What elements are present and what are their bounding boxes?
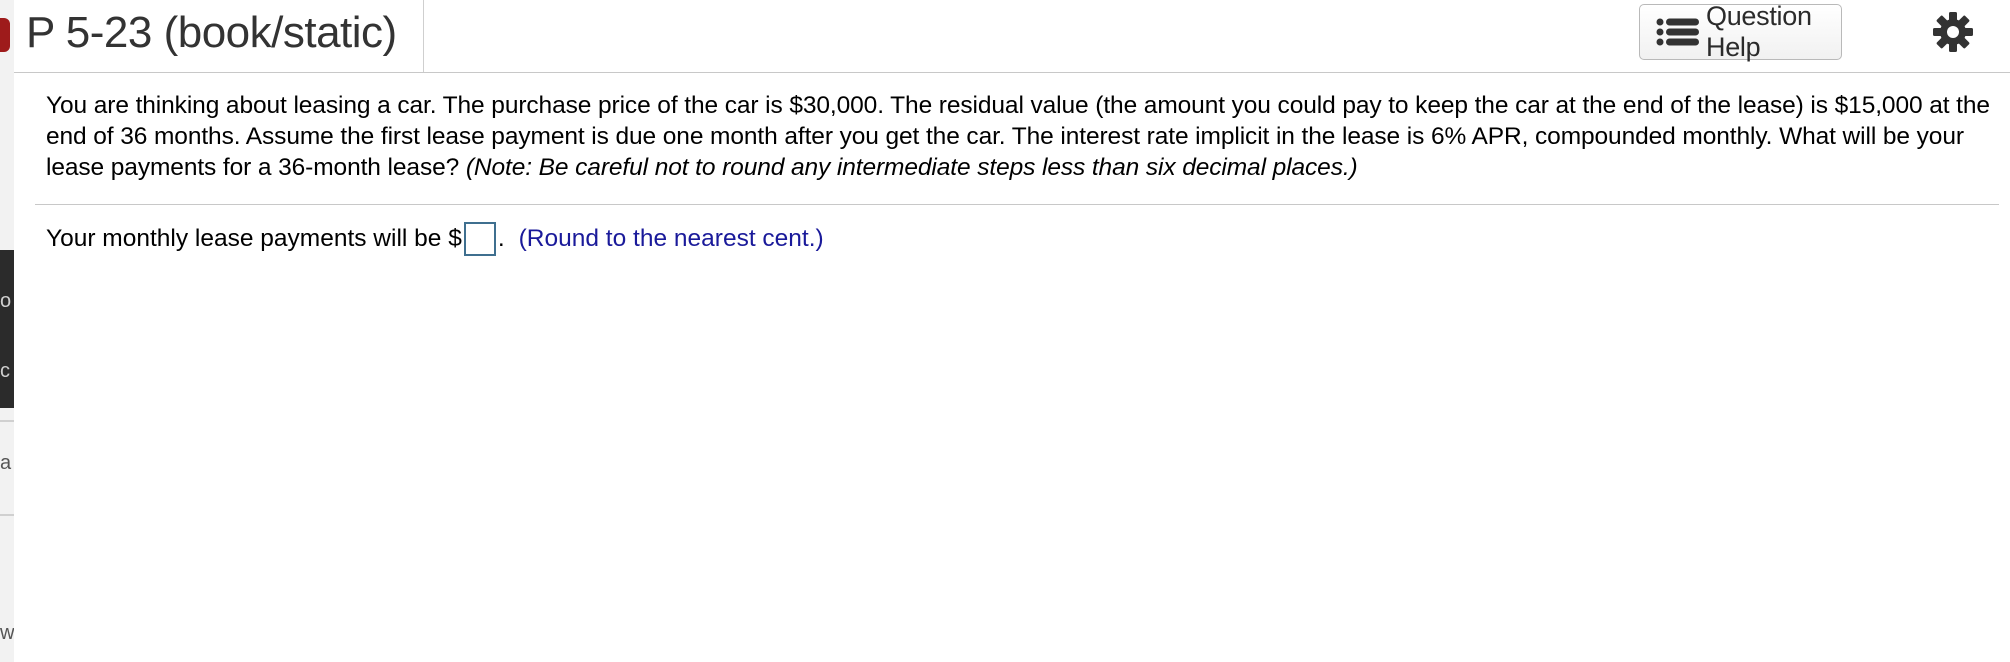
app-root: o c a w P 5-23 (book/static) Question He… bbox=[0, 0, 2010, 662]
background-fragment: o bbox=[0, 290, 12, 312]
page-title: P 5-23 (book/static) bbox=[26, 8, 397, 57]
background-dark-panel bbox=[0, 250, 14, 408]
background-fragment: w bbox=[0, 622, 15, 644]
question-header: P 5-23 (book/static) Question Help bbox=[14, 0, 2010, 73]
gear-icon[interactable] bbox=[1932, 11, 1974, 53]
list-icon bbox=[1656, 17, 1700, 47]
answer-suffix: . bbox=[497, 225, 505, 252]
question-help-label: Question Help bbox=[1706, 1, 1812, 62]
title-separator bbox=[423, 0, 424, 72]
rounding-hint: (Round to the nearest cent.) bbox=[518, 225, 824, 252]
answer-input[interactable] bbox=[463, 222, 496, 256]
background-divider bbox=[0, 420, 14, 422]
answer-line: Your monthly lease payments will be $ . … bbox=[46, 222, 824, 256]
background-divider bbox=[0, 514, 14, 516]
question-text: You are thinking about leasing a car. Th… bbox=[46, 90, 2006, 183]
question-panel: P 5-23 (book/static) Question Help You a… bbox=[14, 0, 2010, 662]
background-badge bbox=[0, 18, 10, 52]
background-fragment: c bbox=[0, 360, 10, 382]
answer-prompt: Your monthly lease payments will be $ bbox=[46, 225, 462, 252]
question-divider bbox=[35, 204, 1999, 205]
question-help-button[interactable]: Question Help bbox=[1639, 1, 1842, 62]
background-window-strip: o c a w bbox=[0, 0, 14, 662]
background-fragment: a bbox=[0, 452, 12, 474]
question-note: (Note: Be careful not to round any inter… bbox=[465, 154, 1358, 181]
